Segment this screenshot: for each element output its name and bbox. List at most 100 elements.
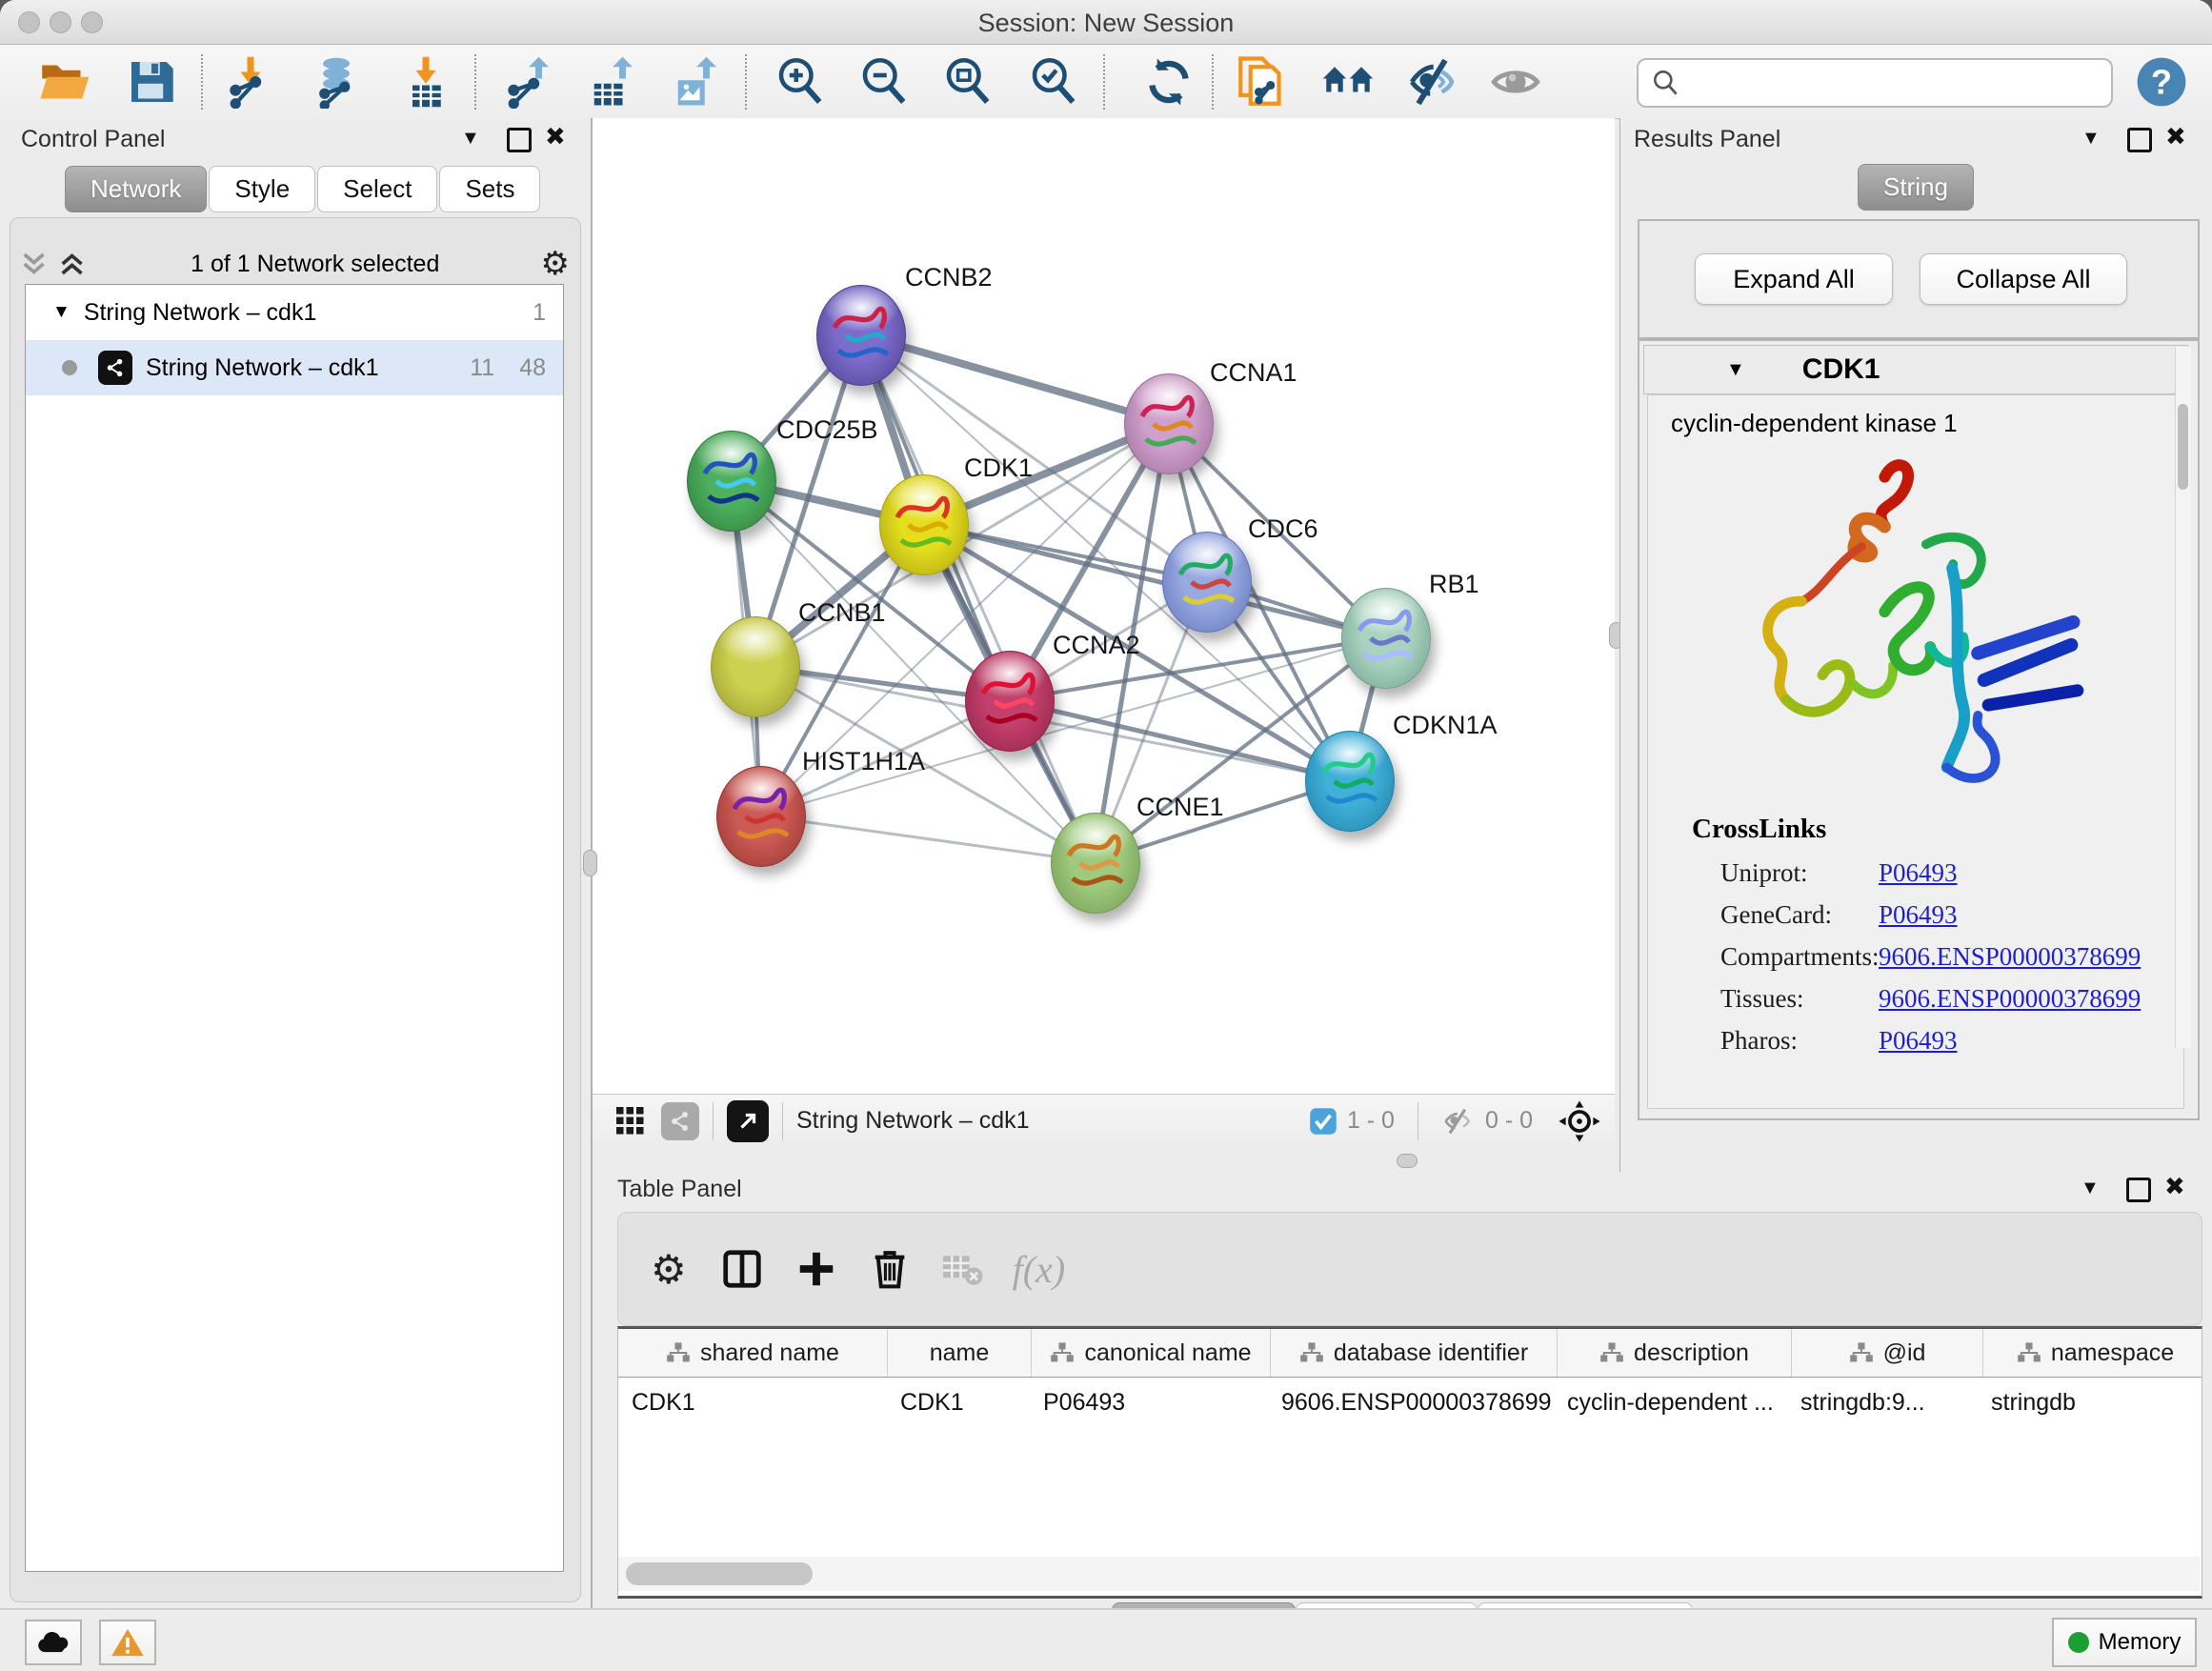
grid-view-icon[interactable]	[613, 1104, 648, 1138]
table-row[interactable]: CDK1CDK1P064939606.ENSP00000378699cyclin…	[618, 1378, 2202, 1427]
panel-float-icon[interactable]: ▼	[461, 128, 480, 150]
splitter-handle[interactable]	[1397, 1154, 1418, 1168]
import-network-from-database-icon[interactable]	[307, 52, 366, 111]
cloud-status-button[interactable]	[25, 1620, 82, 1665]
panel-maximize-icon[interactable]	[507, 128, 532, 152]
network-collection-row[interactable]: ▼ String Network – cdk1 1	[26, 285, 563, 340]
tab-style[interactable]: Style	[209, 166, 315, 212]
crosslink-link[interactable]: P06493	[1879, 900, 1958, 930]
home-pages-icon[interactable]	[1318, 52, 1377, 111]
network-row[interactable]: String Network – cdk1 11 48	[26, 340, 563, 395]
export-network-icon[interactable]	[499, 52, 558, 111]
export-table-icon[interactable]	[583, 52, 642, 111]
import-table-from-file-icon[interactable]	[396, 52, 455, 111]
help-icon[interactable]: ?	[2132, 52, 2191, 111]
cell-@id[interactable]: stringdb:9...	[1787, 1378, 1978, 1427]
hide-graphics-details-icon[interactable]	[1402, 52, 1461, 111]
node-CDKN1A[interactable]	[1305, 731, 1395, 832]
delete-column-icon[interactable]	[870, 1247, 910, 1291]
zoom-out-icon[interactable]	[855, 52, 915, 111]
cell-description[interactable]: cyclin-dependent ...	[1554, 1378, 1787, 1427]
table-scrollbar-thumb[interactable]	[626, 1562, 813, 1585]
result-entry-header[interactable]: ▼ CDK1	[1643, 345, 2188, 394]
column-header-shared-name[interactable]: shared name	[618, 1329, 888, 1377]
cell-namespace[interactable]: stringdb	[1978, 1378, 2202, 1427]
collapse-all-button[interactable]: Collapse All	[1920, 253, 2127, 305]
edge-HIST1H1A-CCNE1[interactable]	[760, 815, 1095, 862]
panel-float-icon[interactable]: ▼	[2081, 128, 2101, 150]
zoom-in-icon[interactable]	[772, 52, 831, 111]
panel-maximize-icon[interactable]	[2126, 1178, 2151, 1202]
column-header-@id[interactable]: @id	[1792, 1329, 1983, 1377]
node-CDC6[interactable]	[1162, 532, 1252, 633]
panel-close-icon[interactable]: ✖	[2165, 122, 2186, 151]
panel-float-icon[interactable]: ▼	[2081, 1178, 2100, 1199]
delete-table-icon[interactable]	[940, 1250, 984, 1288]
refresh-icon[interactable]	[1139, 52, 1198, 111]
collapse-all-icon[interactable]	[19, 250, 51, 278]
birdseye-view-icon[interactable]	[727, 1100, 769, 1142]
zoom-fit-icon[interactable]	[939, 52, 998, 111]
crosslink-link[interactable]: 9606.ENSP00000378699	[1879, 984, 2141, 1014]
node-CCNA1[interactable]	[1124, 373, 1214, 474]
fx-function-icon[interactable]: f(x)	[1013, 1247, 1066, 1292]
crosslink-link[interactable]: P06493	[1879, 1026, 1958, 1056]
expand-all-icon[interactable]	[57, 250, 90, 278]
warning-status-button[interactable]	[99, 1620, 156, 1665]
cell-name[interactable]: CDK1	[887, 1378, 1030, 1427]
cell-shared-name[interactable]: CDK1	[618, 1378, 887, 1427]
crosshair-icon[interactable]	[1558, 1099, 1601, 1143]
show-graphics-details-icon[interactable]	[1486, 52, 1545, 111]
disclosure-triangle-icon[interactable]: ▼	[1726, 359, 1745, 381]
results-scrollbar-thumb[interactable]	[2178, 404, 2188, 490]
network-share-view-icon[interactable]	[661, 1102, 699, 1140]
crosslink-link[interactable]: P06493	[1879, 858, 1958, 888]
network-canvas[interactable]: CCNB2CCNA1CDC25BCDK1CDC6RB1CCNB1CCNA2CDK…	[593, 118, 1615, 1094]
tab-string[interactable]: String	[1858, 164, 1974, 211]
left-splitter-handle[interactable]	[583, 850, 597, 876]
export-image-icon[interactable]	[667, 52, 726, 111]
tab-network[interactable]: Network	[65, 166, 207, 212]
panel-close-icon[interactable]: ✖	[2164, 1172, 2185, 1201]
table-horizontal-scrollbar[interactable]	[618, 1557, 2200, 1591]
memory-button[interactable]: Memory	[2052, 1618, 2197, 1667]
show-columns-icon[interactable]	[721, 1248, 763, 1290]
disclosure-triangle-icon[interactable]: ▼	[52, 302, 70, 323]
edge-CCNB2-CCNA1[interactable]	[860, 334, 1168, 423]
node-CDC25B[interactable]	[687, 431, 776, 532]
panel-close-icon[interactable]: ✖	[545, 122, 566, 151]
node-CDK1[interactable]	[879, 474, 969, 575]
column-header-name[interactable]: name	[888, 1329, 1032, 1377]
search-box[interactable]	[1637, 58, 2113, 108]
open-session-icon[interactable]	[34, 52, 93, 111]
panel-maximize-icon[interactable]	[2127, 128, 2152, 152]
cell-canonical-name[interactable]: P06493	[1030, 1378, 1268, 1427]
column-header-database-identifier[interactable]: database identifier	[1271, 1329, 1558, 1377]
node-CCNB2[interactable]	[816, 285, 906, 386]
zoom-selected-icon[interactable]	[1025, 52, 1084, 111]
tab-select[interactable]: Select	[317, 166, 437, 212]
node-CCNB1[interactable]	[711, 616, 800, 717]
node-CCNA2[interactable]	[965, 651, 1055, 752]
edge-CCNB2-CCNE1[interactable]	[860, 334, 1095, 862]
expand-all-button[interactable]: Expand All	[1695, 253, 1893, 305]
node-RB1[interactable]	[1341, 588, 1431, 689]
network-options-gear-icon[interactable]: ⚙	[541, 245, 570, 283]
table-options-gear-icon[interactable]: ⚙	[651, 1246, 687, 1293]
search-input[interactable]	[1690, 63, 2111, 103]
save-session-icon[interactable]	[122, 52, 181, 111]
node-CCNE1[interactable]	[1051, 813, 1140, 914]
add-column-icon[interactable]	[795, 1248, 837, 1290]
protein-thumbnail	[880, 475, 968, 574]
import-network-from-file-icon[interactable]	[221, 52, 280, 111]
cell-database-identifier[interactable]: 9606.ENSP00000378699	[1268, 1378, 1554, 1427]
node-HIST1H1A[interactable]	[716, 766, 806, 867]
crosslink-link[interactable]: 9606.ENSP00000378699	[1879, 942, 2141, 972]
column-header-description[interactable]: description	[1558, 1329, 1792, 1377]
network-from-file-icon[interactable]	[1233, 52, 1292, 111]
column-header-namespace[interactable]: namespace	[1983, 1329, 2202, 1377]
window-title: Session: New Session	[0, 9, 2212, 38]
column-header-canonical-name[interactable]: canonical name	[1032, 1329, 1271, 1377]
tab-sets[interactable]: Sets	[439, 166, 540, 212]
results-scrollbar[interactable]	[2175, 347, 2191, 1048]
